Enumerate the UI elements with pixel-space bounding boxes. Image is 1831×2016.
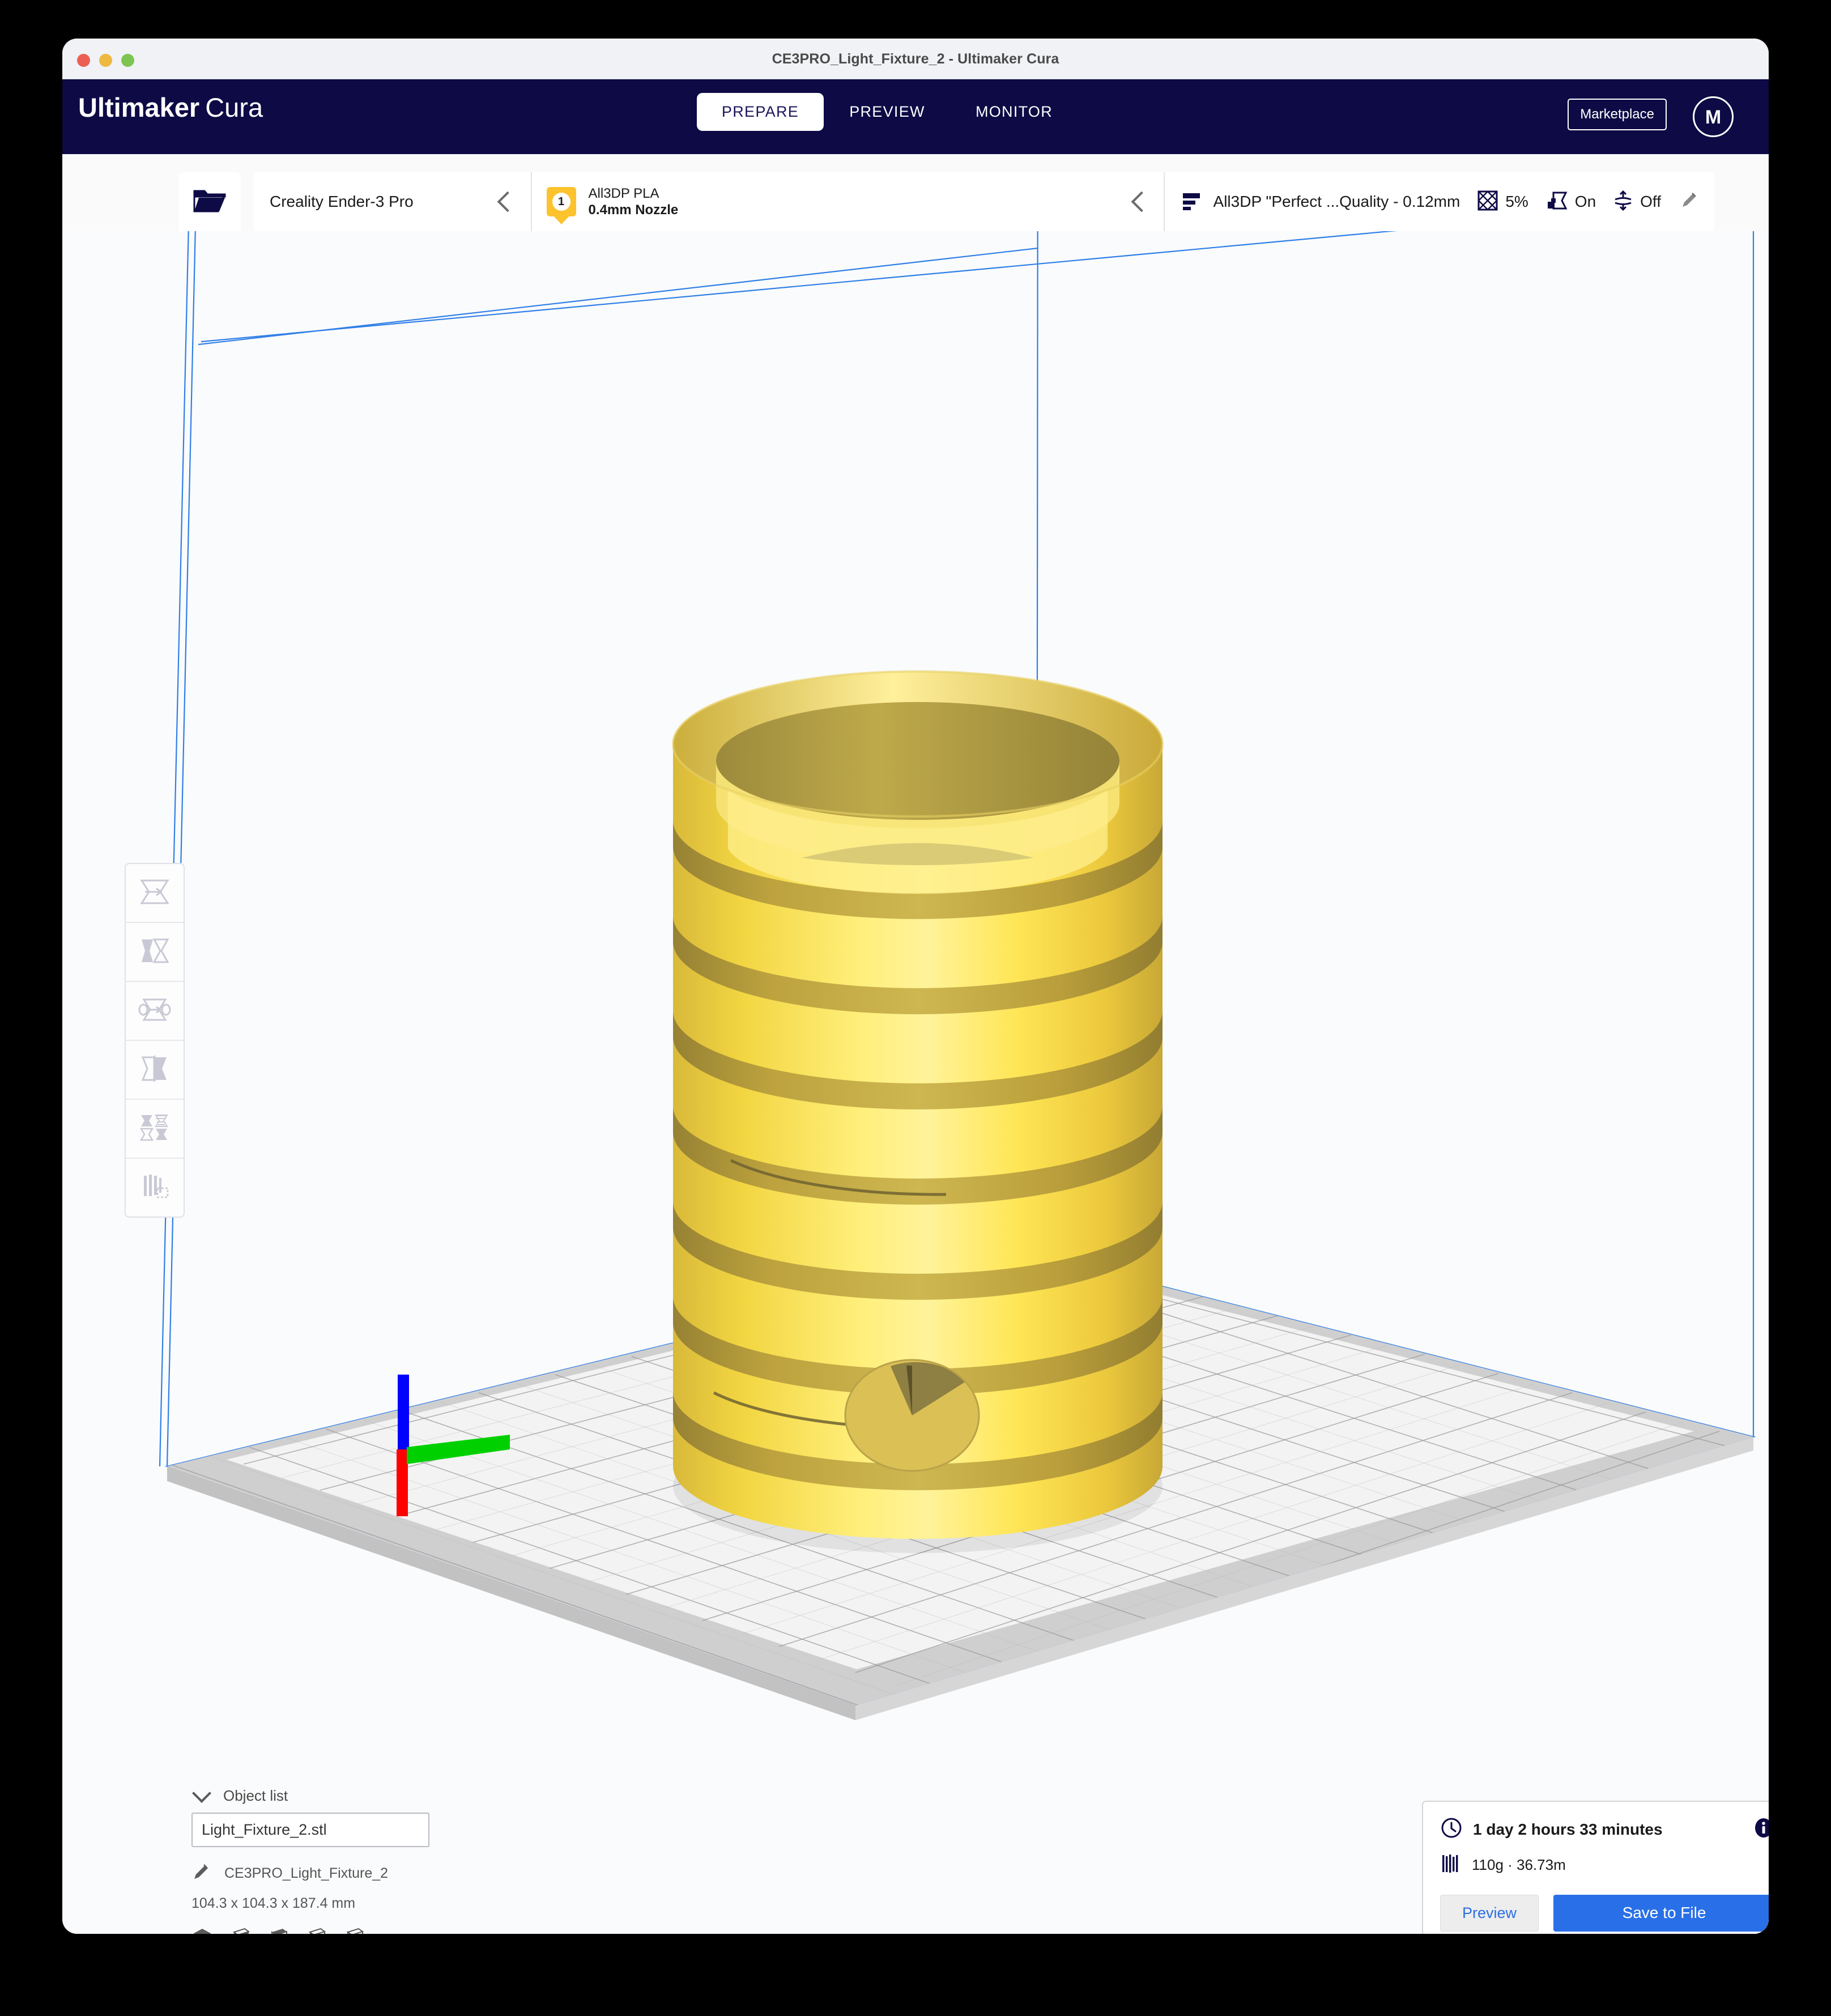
view-left-icon[interactable]	[305, 1926, 327, 1934]
object-list-item[interactable]: Light_Fixture_2.stl	[191, 1813, 429, 1847]
title-bar: CE3PRO_Light_Fixture_2 - Ultimaker Cura	[62, 39, 1769, 79]
infill-setting[interactable]: 5%	[1477, 190, 1528, 214]
infill-icon	[1477, 190, 1498, 214]
brand-ultimaker: Ultimaker	[78, 92, 200, 122]
edit-settings-button[interactable]	[1678, 190, 1700, 214]
build-plate-viewport[interactable]	[62, 231, 1769, 1934]
support-blocker-icon	[138, 1172, 171, 1203]
axis-z	[398, 1375, 409, 1454]
pencil-icon	[1678, 190, 1700, 214]
app-logo: Ultimaker Cura	[78, 92, 263, 123]
marketplace-button[interactable]: Marketplace	[1568, 99, 1667, 130]
clock-icon	[1440, 1817, 1463, 1842]
support-value: On	[1574, 193, 1596, 210]
axis-x	[397, 1449, 408, 1516]
scale-icon	[138, 937, 171, 968]
model-light-fixture[interactable]	[672, 670, 1164, 1553]
move-icon	[138, 878, 171, 909]
scale-tool-button[interactable]	[126, 923, 184, 982]
support-icon	[1545, 189, 1568, 215]
object-list-title: Object list	[223, 1787, 288, 1804]
app-header: Ultimaker Cura PREPARE PREVIEW MONITOR Ma…	[62, 79, 1769, 154]
model-boss-hole	[844, 1359, 980, 1472]
pencil-icon[interactable]	[191, 1862, 212, 1885]
rotate-icon	[138, 996, 171, 1027]
nozzle-size: 0.4mm Nozzle	[588, 202, 679, 218]
quality-profile-name: All3DP "Perfect ...Quality - 0.12mm	[1213, 193, 1460, 210]
model-name-row: CE3PRO_Light_Fixture_2	[191, 1862, 429, 1885]
material-text: All3DP PLA 0.4mm Nozzle	[589, 185, 1127, 219]
print-action-buttons: Preview Save to File	[1440, 1895, 1769, 1932]
open-file-button[interactable]	[178, 172, 241, 231]
view-icon-row	[191, 1926, 429, 1934]
open-folder-icon	[193, 187, 226, 217]
left-toolbar	[125, 863, 185, 1218]
object-list-panel: Object list Light_Fixture_2.stl CE3PRO_L…	[191, 1784, 429, 1934]
mirror-tool-button[interactable]	[126, 1041, 184, 1100]
avatar[interactable]: M	[1693, 96, 1734, 137]
info-icon[interactable]	[1752, 1817, 1769, 1842]
print-time-row: 1 day 2 hours 33 minutes	[1440, 1817, 1769, 1842]
per-model-settings-tool-button[interactable]	[126, 1100, 184, 1159]
view-front-icon[interactable]	[229, 1926, 251, 1934]
model-name: CE3PRO_Light_Fixture_2	[224, 1865, 389, 1881]
extruder-number: 1	[552, 193, 570, 211]
view-3d-icon[interactable]	[191, 1926, 213, 1934]
tab-prepare[interactable]: PREPARE	[697, 93, 824, 131]
tab-preview[interactable]: PREVIEW	[824, 93, 951, 131]
adhesion-setting[interactable]: Off	[1613, 189, 1661, 215]
material-usage-row: 110g · 36.73m	[1440, 1852, 1769, 1878]
move-tool-button[interactable]	[126, 864, 184, 923]
window-title: CE3PRO_Light_Fixture_2 - Ultimaker Cura	[772, 51, 1059, 67]
printer-name: Creality Ender-3 Pro	[270, 193, 414, 210]
support-blocker-tool-button[interactable]	[126, 1159, 184, 1217]
material-selector[interactable]: 1 All3DP PLA 0.4mm Nozzle	[532, 172, 1165, 231]
view-right-icon[interactable]	[343, 1926, 365, 1934]
preview-button[interactable]: Preview	[1440, 1895, 1539, 1932]
brand-cura: Cura	[205, 92, 263, 122]
extruder-badge-icon: 1	[546, 187, 576, 216]
print-time-value: 1 day 2 hours 33 minutes	[1473, 1820, 1663, 1838]
adhesion-icon	[1613, 189, 1633, 215]
scene-3d	[62, 231, 1769, 1934]
material-usage-value: 110g · 36.73m	[1472, 1856, 1566, 1873]
infill-value: 5%	[1505, 193, 1528, 210]
print-settings-selector[interactable]: All3DP "Perfect ...Quality - 0.12mm 5% O…	[1165, 172, 1714, 231]
support-setting[interactable]: On	[1545, 189, 1596, 215]
chevron-down-icon	[192, 1784, 211, 1803]
printer-selector[interactable]: Creality Ender-3 Pro	[254, 172, 532, 231]
chevron-left-icon	[497, 191, 518, 212]
chevron-left-icon	[1131, 191, 1152, 212]
configuration-bar: Creality Ender-3 Pro 1 All3DP PLA 0.4mm …	[254, 172, 1714, 231]
per-model-settings-icon	[138, 1113, 171, 1145]
layer-height-icon	[1179, 189, 1203, 215]
filament-icon	[1440, 1852, 1462, 1878]
save-to-file-button[interactable]: Save to File	[1553, 1895, 1769, 1932]
mirror-icon	[138, 1054, 171, 1086]
material-name: All3DP PLA	[588, 185, 659, 201]
print-info-panel: 1 day 2 hours 33 minutes 110g · 36.73m P…	[1422, 1801, 1769, 1934]
adhesion-value: Off	[1640, 193, 1661, 210]
app-window: CE3PRO_Light_Fixture_2 - Ultimaker Cura …	[62, 39, 1769, 1934]
object-list-header[interactable]: Object list	[191, 1784, 429, 1805]
model-dimensions: 104.3 x 104.3 x 187.4 mm	[191, 1895, 356, 1911]
tab-monitor[interactable]: MONITOR	[951, 93, 1078, 131]
view-top-icon[interactable]	[267, 1926, 289, 1934]
rotate-tool-button[interactable]	[126, 982, 184, 1041]
main-tabs: PREPARE PREVIEW MONITOR	[697, 93, 1078, 131]
